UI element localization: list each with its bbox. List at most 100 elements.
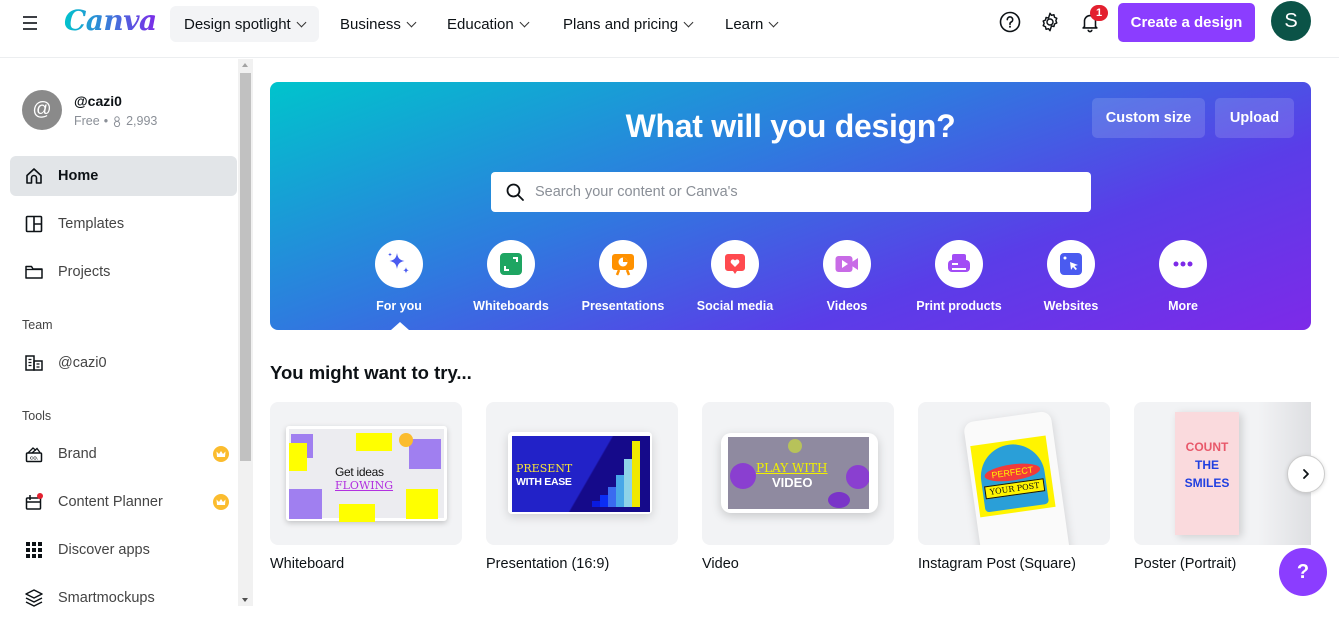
upload-button[interactable]: Upload <box>1215 98 1294 138</box>
category-videos[interactable]: Videos <box>791 240 903 313</box>
sidebar-scrollbar[interactable] <box>238 59 253 606</box>
sidebar-item-projects[interactable]: Projects <box>10 252 237 292</box>
category-label: Print products <box>916 299 1002 313</box>
carousel-next-button[interactable] <box>1287 455 1325 493</box>
people-icon <box>113 115 121 127</box>
social-heart-icon <box>711 240 759 288</box>
chevron-down-icon <box>406 17 417 27</box>
chevron-down-icon <box>768 17 779 27</box>
selected-category-pointer <box>391 322 409 330</box>
card-title: Video <box>702 556 739 572</box>
video-camera-icon <box>823 240 871 288</box>
thumb-text: COUNT <box>1185 440 1229 454</box>
home-icon <box>24 166 44 186</box>
chevron-down-icon <box>683 17 694 27</box>
sidebar-item-label: Smartmockups <box>58 590 155 606</box>
premium-crown-icon <box>213 446 229 462</box>
brand-kit-icon: CO. <box>24 444 44 464</box>
category-label: Videos <box>826 299 868 313</box>
scroll-down-arrow-icon[interactable] <box>242 598 248 602</box>
sidebar-item-home[interactable]: Home <box>10 156 237 196</box>
apps-grid-icon <box>24 540 44 560</box>
chevron-right-icon <box>1303 469 1309 479</box>
category-websites[interactable]: Websites <box>1015 240 1127 313</box>
search-input[interactable] <box>535 184 1075 200</box>
thumb-text: THE <box>1195 458 1219 472</box>
custom-size-button[interactable]: Custom size <box>1092 98 1205 138</box>
card-thumbnail: PLAY WITH VIDEO <box>702 402 894 545</box>
nav-learn[interactable]: Learn <box>711 6 791 42</box>
sidebar-item-label: Projects <box>58 264 111 280</box>
category-more[interactable]: More <box>1127 240 1239 313</box>
card-thumbnail: Get ideas FLOWING <box>270 402 462 545</box>
category-label: Whiteboards <box>473 299 549 313</box>
account-avatar[interactable]: S <box>1271 1 1311 41</box>
suggestion-card-video[interactable]: PLAY WITH VIDEO Video <box>702 402 894 572</box>
sidebar-item-label: @cazi0 <box>58 355 107 371</box>
card-title: Instagram Post (Square) <box>918 556 1076 572</box>
settings-gear-icon[interactable] <box>1038 10 1062 34</box>
user-name[interactable]: @cazi0 <box>74 93 122 109</box>
help-icon[interactable] <box>998 10 1022 34</box>
thumb-text: PLAY WITH <box>756 461 828 475</box>
category-social-media[interactable]: Social media <box>679 240 791 313</box>
poster-preview: COUNT THE SMILES <box>1175 412 1239 535</box>
sidebar-item-label: Content Planner <box>58 494 163 510</box>
scrollbar-thumb[interactable] <box>240 73 251 461</box>
nav-plans-and-pricing[interactable]: Plans and pricing <box>549 6 706 42</box>
nav-design-spotlight[interactable]: Design spotlight <box>170 6 319 42</box>
sidebar-item-label: Discover apps <box>58 542 150 558</box>
category-label: For you <box>376 299 422 313</box>
nav-business[interactable]: Business <box>326 6 429 42</box>
card-title: Whiteboard <box>270 556 345 572</box>
sidebar-item-discover-apps[interactable]: Discover apps <box>10 530 237 570</box>
thumb-text: PRESENT <box>516 462 573 475</box>
hero-banner: What will you design? Custom size Upload… <box>270 82 1311 330</box>
search-icon <box>506 183 524 201</box>
nav-label: Education <box>447 15 514 33</box>
follower-count: 2,993 <box>126 114 158 128</box>
canva-logo[interactable]: Canva <box>64 4 157 37</box>
suggestion-card-instagram-post[interactable]: PERFECT YOUR POST Instagram Post (Square… <box>918 402 1110 572</box>
nav-education[interactable]: Education <box>433 6 542 42</box>
category-whiteboards[interactable]: Whiteboards <box>455 240 567 313</box>
presentation-preview: PRESENT WITH EASE <box>512 436 650 512</box>
top-navigation-bar: Canva Design spotlight Business Educatio… <box>0 0 1339 58</box>
sidebar-item-content-planner[interactable]: Content Planner <box>10 482 237 522</box>
sidebar-item-label: Home <box>58 168 99 184</box>
sidebar-item-brand[interactable]: CO. Brand <box>10 434 237 474</box>
printer-icon <box>935 240 983 288</box>
sidebar-item-label: Brand <box>58 446 97 462</box>
create-a-design-button[interactable]: Create a design <box>1118 3 1255 42</box>
thumb-text: SMILES <box>1184 476 1230 490</box>
suggestion-card-presentation[interactable]: PRESENT WITH EASE Presentation (16:9) <box>486 402 678 572</box>
sidebar-item-team[interactable]: @cazi0 <box>10 343 237 383</box>
category-label: More <box>1168 299 1198 313</box>
user-avatar[interactable]: @ <box>22 90 62 130</box>
nav-label: Design spotlight <box>184 15 291 33</box>
sidebar: @ @cazi0 Free • 2,993 Home Templates Pro… <box>0 59 238 607</box>
category-label: Websites <box>1043 299 1099 313</box>
plan-label: Free <box>74 114 100 128</box>
card-title: Presentation (16:9) <box>486 556 610 572</box>
suggestion-card-poster[interactable]: COUNT THE SMILES Poster (Portrait) <box>1134 402 1311 572</box>
video-preview: PLAY WITH VIDEO <box>728 437 869 509</box>
chevron-down-icon <box>519 17 530 27</box>
nav-label: Plans and pricing <box>563 15 679 33</box>
help-chat-button[interactable]: ? <box>1279 548 1327 596</box>
search-bar[interactable] <box>491 172 1091 212</box>
category-print-products[interactable]: Print products <box>903 240 1015 313</box>
svg-text:CO.: CO. <box>30 456 38 461</box>
user-meta: Free • 2,993 <box>74 114 157 128</box>
folder-icon <box>24 262 44 282</box>
suggestion-card-whiteboard[interactable]: Get ideas FLOWING Whiteboard <box>270 402 462 572</box>
menu-icon[interactable] <box>20 13 42 33</box>
category-presentations[interactable]: Presentations <box>567 240 679 313</box>
sidebar-item-smartmockups[interactable]: Smartmockups <box>10 578 237 618</box>
phone-preview: PERFECT YOUR POST <box>962 410 1072 545</box>
category-for-you[interactable]: For you <box>343 240 455 313</box>
scroll-up-arrow-icon[interactable] <box>242 63 248 67</box>
tools-section-label: Tools <box>22 409 52 423</box>
suggestions-title: You might want to try... <box>270 362 472 383</box>
sidebar-item-templates[interactable]: Templates <box>10 204 237 244</box>
